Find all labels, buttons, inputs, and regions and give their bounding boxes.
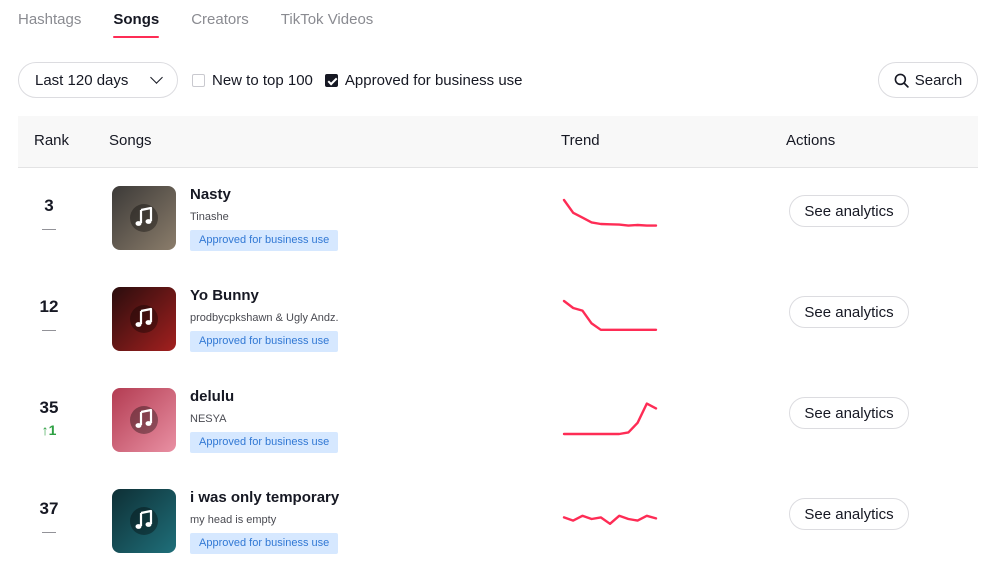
column-header-actions: Actions — [786, 132, 836, 149]
table-header: Rank Songs Trend Actions — [18, 116, 978, 168]
chevron-down-icon — [150, 71, 163, 84]
song-artist: NESYA — [190, 413, 227, 425]
see-analytics-button[interactable]: See analytics — [789, 498, 909, 530]
approved-label: Approved for business use — [344, 71, 523, 89]
song-artist: my head is empty — [190, 514, 277, 526]
song-title[interactable]: delulu — [190, 388, 234, 405]
trend-line — [562, 198, 658, 227]
approved-badge: Approved for business use — [190, 230, 339, 251]
search-button[interactable]: Search — [878, 62, 978, 98]
approved-checkbox[interactable]: Approved for business use — [324, 71, 523, 89]
song-cover[interactable] — [112, 489, 176, 553]
approved-badge: Approved for business use — [190, 432, 339, 453]
song-artist: prodbycpkshawn & Ugly Andz. — [190, 312, 339, 324]
song-cover[interactable] — [112, 388, 176, 452]
search-icon — [894, 73, 909, 88]
period-label: Last 120 days — [35, 71, 129, 89]
music-note-icon — [135, 408, 153, 428]
table-row: 12 — Yo Bunny prodbycpkshawn & Ugly Andz. Ap… — [18, 269, 978, 370]
tab-songs[interactable]: Songs — [113, 0, 159, 40]
rank-change: — — [42, 321, 56, 337]
new-to-top-checkbox[interactable]: New to top 100 — [192, 72, 313, 89]
see-analytics-button[interactable]: See analytics — [789, 296, 909, 328]
trend-sparkline — [562, 514, 658, 525]
music-note-icon — [135, 307, 153, 327]
song-title[interactable]: Yo Bunny — [190, 287, 259, 304]
checkbox-icon — [192, 73, 205, 87]
checkbox-checked-icon — [324, 73, 338, 87]
rank-number: 3 — [44, 196, 54, 215]
song-artist: Tinashe — [190, 211, 229, 223]
trend-line — [562, 299, 658, 331]
table-row: 37 — i was only temporary my head is empty A… — [18, 471, 978, 567]
song-cover[interactable] — [112, 287, 176, 351]
table-row: 3 — Nasty Tinashe Approved for business use S… — [18, 168, 978, 269]
approved-badge: Approved for business use — [190, 533, 339, 554]
see-analytics-button[interactable]: See analytics — [789, 397, 909, 429]
tab-tiktok-videos[interactable]: TikTok Videos — [281, 0, 374, 40]
rank-number: 37 — [39, 499, 59, 518]
music-note-icon — [135, 509, 153, 529]
search-label: Search — [914, 71, 963, 89]
song-title[interactable]: Nasty — [190, 186, 231, 203]
song-cover[interactable] — [112, 186, 176, 250]
period-dropdown[interactable]: Last 120 days — [18, 62, 178, 98]
rank-change: ↑1 — [41, 422, 57, 438]
new-to-top-label: New to top 100 — [212, 71, 313, 89]
music-note-icon — [135, 206, 153, 226]
song-title[interactable]: i was only temporary — [190, 489, 339, 506]
table-row: 35 ↑1 delulu NESYA Approved for business use… — [18, 370, 978, 471]
category-tabs: Hashtags Songs Creators TikTok Videos — [18, 0, 405, 40]
column-header-trend: Trend — [561, 132, 600, 149]
rank-number: 35 — [39, 398, 59, 417]
see-analytics-button[interactable]: See analytics — [789, 195, 909, 227]
trend-sparkline — [562, 402, 658, 436]
rank-change: — — [42, 220, 56, 236]
approved-badge: Approved for business use — [190, 331, 339, 352]
trend-line — [562, 514, 658, 525]
rank-change: — — [42, 523, 56, 539]
filter-bar: Last 120 days New to top 100 Approved fo… — [18, 56, 978, 104]
rank-number: 12 — [39, 297, 59, 316]
column-header-songs: Songs — [109, 132, 152, 149]
tab-creators[interactable]: Creators — [191, 0, 249, 40]
trend-sparkline — [562, 198, 658, 227]
tab-hashtags[interactable]: Hashtags — [18, 0, 81, 40]
trend-line — [562, 402, 658, 436]
column-header-rank: Rank — [34, 132, 70, 149]
trend-sparkline — [562, 299, 658, 331]
